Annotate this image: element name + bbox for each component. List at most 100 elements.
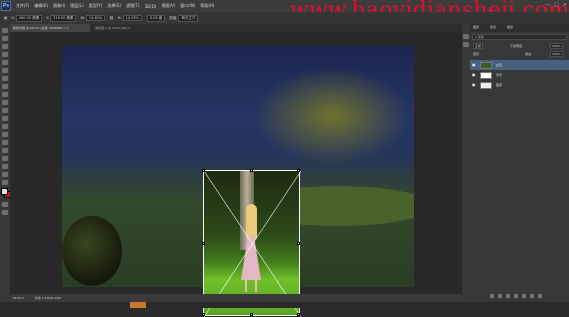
h-field[interactable]: H: 14.33%: [118, 15, 142, 21]
tab-layers[interactable]: 图层: [473, 25, 479, 29]
tab-untitled-document[interactable]: 未标题-1 @ 100% (RG ×: [92, 24, 159, 32]
angle-input[interactable]: 0.00 度: [146, 14, 166, 22]
transform-handle-bottom-left[interactable]: [202, 313, 205, 316]
history-brush-tool-icon[interactable]: [2, 100, 8, 105]
tab-channels[interactable]: 通道: [490, 25, 496, 29]
h-input[interactable]: 14.33%: [122, 15, 142, 21]
x-label: X:: [11, 15, 15, 20]
blend-mode-select[interactable]: 正常: [473, 43, 484, 49]
document-size: 文档:3.52M/5.44M: [34, 296, 62, 300]
menu-image[interactable]: 图像(I): [53, 3, 65, 9]
properties-panel-icon[interactable]: [463, 42, 469, 47]
clone-stamp-tool-icon[interactable]: [2, 92, 8, 97]
menu-3d[interactable]: 3D(D): [145, 4, 157, 9]
layer-name[interactable]: 图层: [496, 83, 502, 87]
opacity-input[interactable]: 100%: [550, 43, 563, 49]
screen-mode-icon[interactable]: [2, 210, 8, 215]
menu-filter[interactable]: 滤镜(T): [126, 3, 140, 9]
link-icon[interactable]: ⛓: [109, 16, 113, 20]
fill-input[interactable]: 100%: [550, 51, 563, 57]
new-group-icon[interactable]: [522, 294, 526, 298]
menu-help[interactable]: 帮助(H): [200, 3, 214, 9]
history-panel-icon[interactable]: [463, 34, 469, 39]
layer-thumbnail: [480, 71, 492, 79]
w-input[interactable]: 14.85%: [85, 15, 106, 21]
menu-file[interactable]: 文件(F): [16, 3, 29, 9]
new-layer-icon[interactable]: [530, 294, 534, 298]
lasso-tool-icon[interactable]: [2, 44, 8, 49]
tab-active-document[interactable]: 新建文档 @ 66.7% (女孩, RGB/8#) * ×: [10, 24, 90, 32]
zoom-tool-icon[interactable]: [2, 180, 8, 185]
interp-field[interactable]: 插值: 两次立方: [169, 14, 199, 22]
shape-tool-icon[interactable]: [2, 164, 8, 169]
visibility-eye-icon[interactable]: ●: [472, 83, 476, 87]
menu-edit[interactable]: 编辑(E): [34, 3, 48, 9]
transform-handle-top[interactable]: [250, 169, 253, 172]
transform-handle-top-left[interactable]: [202, 169, 205, 172]
tab-paths[interactable]: 路径: [507, 25, 513, 29]
layer-thumbnail: [480, 81, 492, 89]
layer-actions: [490, 294, 542, 298]
layer-name[interactable]: 女孩: [496, 63, 502, 67]
x-input[interactable]: 460.50 像素: [15, 14, 43, 22]
panel-dock-icons: [462, 24, 470, 302]
type-tool-icon[interactable]: [2, 148, 8, 153]
menu-type[interactable]: 类型(Y): [89, 3, 103, 9]
foreground-color-swatch[interactable]: [1, 188, 8, 195]
x-field[interactable]: X: 460.50 像素: [11, 14, 43, 22]
transform-handle-left[interactable]: [202, 242, 205, 245]
layer-row[interactable]: ● 图层: [470, 80, 569, 90]
healing-brush-tool-icon[interactable]: [2, 76, 8, 81]
visibility-eye-icon[interactable]: ●: [472, 73, 476, 77]
reference-point-icon[interactable]: ▦: [4, 16, 7, 20]
menu-layer[interactable]: 图层(L): [70, 3, 83, 9]
interp-select[interactable]: 两次立方: [178, 14, 199, 22]
hand-tool-icon[interactable]: [2, 172, 8, 177]
dark-bush: [62, 216, 122, 286]
menu-view[interactable]: 视图(V): [161, 3, 175, 9]
move-tool-icon[interactable]: [2, 28, 8, 33]
maximize-icon[interactable]: □: [554, 2, 559, 8]
delete-layer-icon[interactable]: [538, 294, 542, 298]
crop-tool-icon[interactable]: [2, 60, 8, 65]
transform-handle-bottom-right[interactable]: [297, 313, 300, 316]
minimize-icon[interactable]: —: [545, 2, 550, 8]
close-icon[interactable]: ✕: [563, 2, 567, 8]
transform-handle-bottom[interactable]: [250, 313, 253, 316]
w-label: W:: [80, 16, 85, 20]
w-field[interactable]: W: 14.85%: [80, 15, 106, 21]
adjustment-layer-icon[interactable]: [514, 294, 518, 298]
pen-tool-icon[interactable]: [2, 140, 8, 145]
gradient-tool-icon[interactable]: [2, 116, 8, 121]
layer-name[interactable]: 背景: [496, 73, 502, 77]
layer-style-icon[interactable]: [498, 294, 502, 298]
layer-mask-icon[interactable]: [506, 294, 510, 298]
dodge-tool-icon[interactable]: [2, 132, 8, 137]
fill-label: 填充:: [525, 52, 533, 56]
angle-field[interactable]: 0.00 度: [146, 14, 166, 22]
eyedropper-tool-icon[interactable]: [2, 68, 8, 73]
status-bar: 66.67% 文档:3.52M/5.44M: [10, 294, 462, 302]
y-input[interactable]: 319.50 像素: [50, 14, 77, 22]
blur-tool-icon[interactable]: [2, 124, 8, 129]
path-select-tool-icon[interactable]: [2, 156, 8, 161]
menu-select[interactable]: 选择(S): [107, 3, 121, 9]
transform-handle-right[interactable]: [297, 242, 300, 245]
window-controls: — □ ✕: [545, 2, 567, 8]
transform-handle-top-right[interactable]: [297, 169, 300, 172]
marquee-tool-icon[interactable]: [2, 36, 8, 41]
zoom-level[interactable]: 66.67%: [13, 296, 24, 300]
link-layers-icon[interactable]: [490, 294, 494, 298]
timeline-strip: [0, 302, 569, 308]
y-field[interactable]: Y: 319.50 像素: [46, 14, 77, 22]
layer-filter[interactable]: ρ 类型: [472, 34, 567, 40]
layer-row[interactable]: ● 背景: [470, 70, 569, 80]
visibility-eye-icon[interactable]: ●: [472, 63, 476, 67]
quick-select-tool-icon[interactable]: [2, 52, 8, 57]
quick-mask-icon[interactable]: [2, 202, 8, 207]
opacity-label: 不透明度:: [510, 44, 524, 48]
layer-row[interactable]: ● 女孩: [470, 60, 569, 70]
menu-window[interactable]: 窗口(W): [180, 3, 195, 9]
brush-tool-icon[interactable]: [2, 84, 8, 89]
eraser-tool-icon[interactable]: [2, 108, 8, 113]
